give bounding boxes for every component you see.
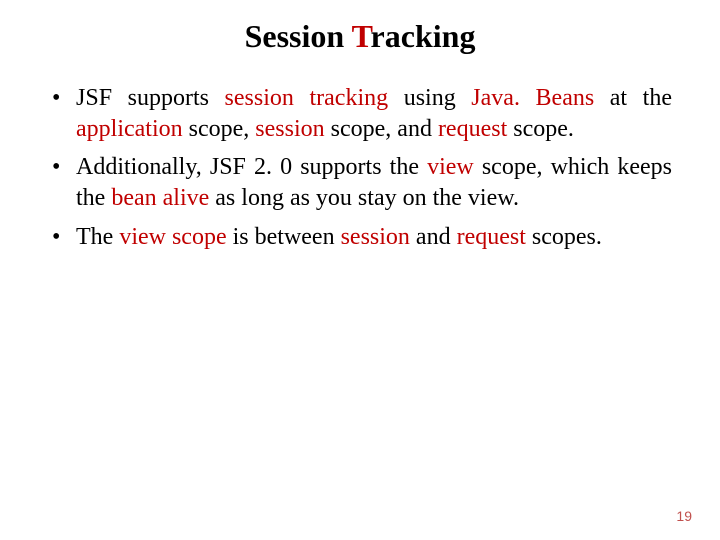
keyword: session tracking bbox=[225, 85, 389, 111]
text-run: and bbox=[410, 224, 457, 250]
text-run: scope, bbox=[183, 116, 256, 142]
keyword: request bbox=[438, 116, 507, 142]
bullet-list: JSF supports session tracking using Java… bbox=[40, 83, 680, 253]
keyword: session bbox=[255, 116, 324, 142]
keyword: Java. Beans bbox=[471, 85, 594, 111]
text-run: scope, and bbox=[325, 116, 438, 142]
text-run: scope. bbox=[507, 116, 574, 142]
keyword: session bbox=[341, 224, 410, 250]
slide-title: Session Tracking bbox=[40, 18, 680, 55]
bullet-item: Additionally, JSF 2. 0 supports the view… bbox=[48, 152, 672, 213]
text-run: using bbox=[388, 85, 471, 111]
text-run: JSF supports bbox=[76, 85, 225, 111]
keyword: view bbox=[427, 154, 474, 180]
title-highlight-letter: T bbox=[352, 18, 371, 54]
keyword: bean alive bbox=[111, 185, 209, 211]
text-run: Additionally, JSF 2. 0 supports the bbox=[76, 154, 427, 180]
bullet-item: JSF supports session tracking using Java… bbox=[48, 83, 672, 144]
keyword: application bbox=[76, 116, 183, 142]
title-part-after: racking bbox=[371, 18, 476, 54]
text-run: at the bbox=[594, 85, 672, 111]
keyword: view scope bbox=[119, 224, 226, 250]
text-run: as long as you stay on the view. bbox=[209, 185, 519, 211]
title-part-before: Session bbox=[245, 18, 352, 54]
keyword: request bbox=[457, 224, 526, 250]
text-run: scopes. bbox=[526, 224, 602, 250]
page-number: 19 bbox=[676, 508, 692, 524]
bullet-item: The view scope is between session and re… bbox=[48, 222, 672, 253]
text-run: The bbox=[76, 224, 119, 250]
text-run: is between bbox=[227, 224, 341, 250]
slide: Session Tracking JSF supports session tr… bbox=[0, 0, 720, 540]
